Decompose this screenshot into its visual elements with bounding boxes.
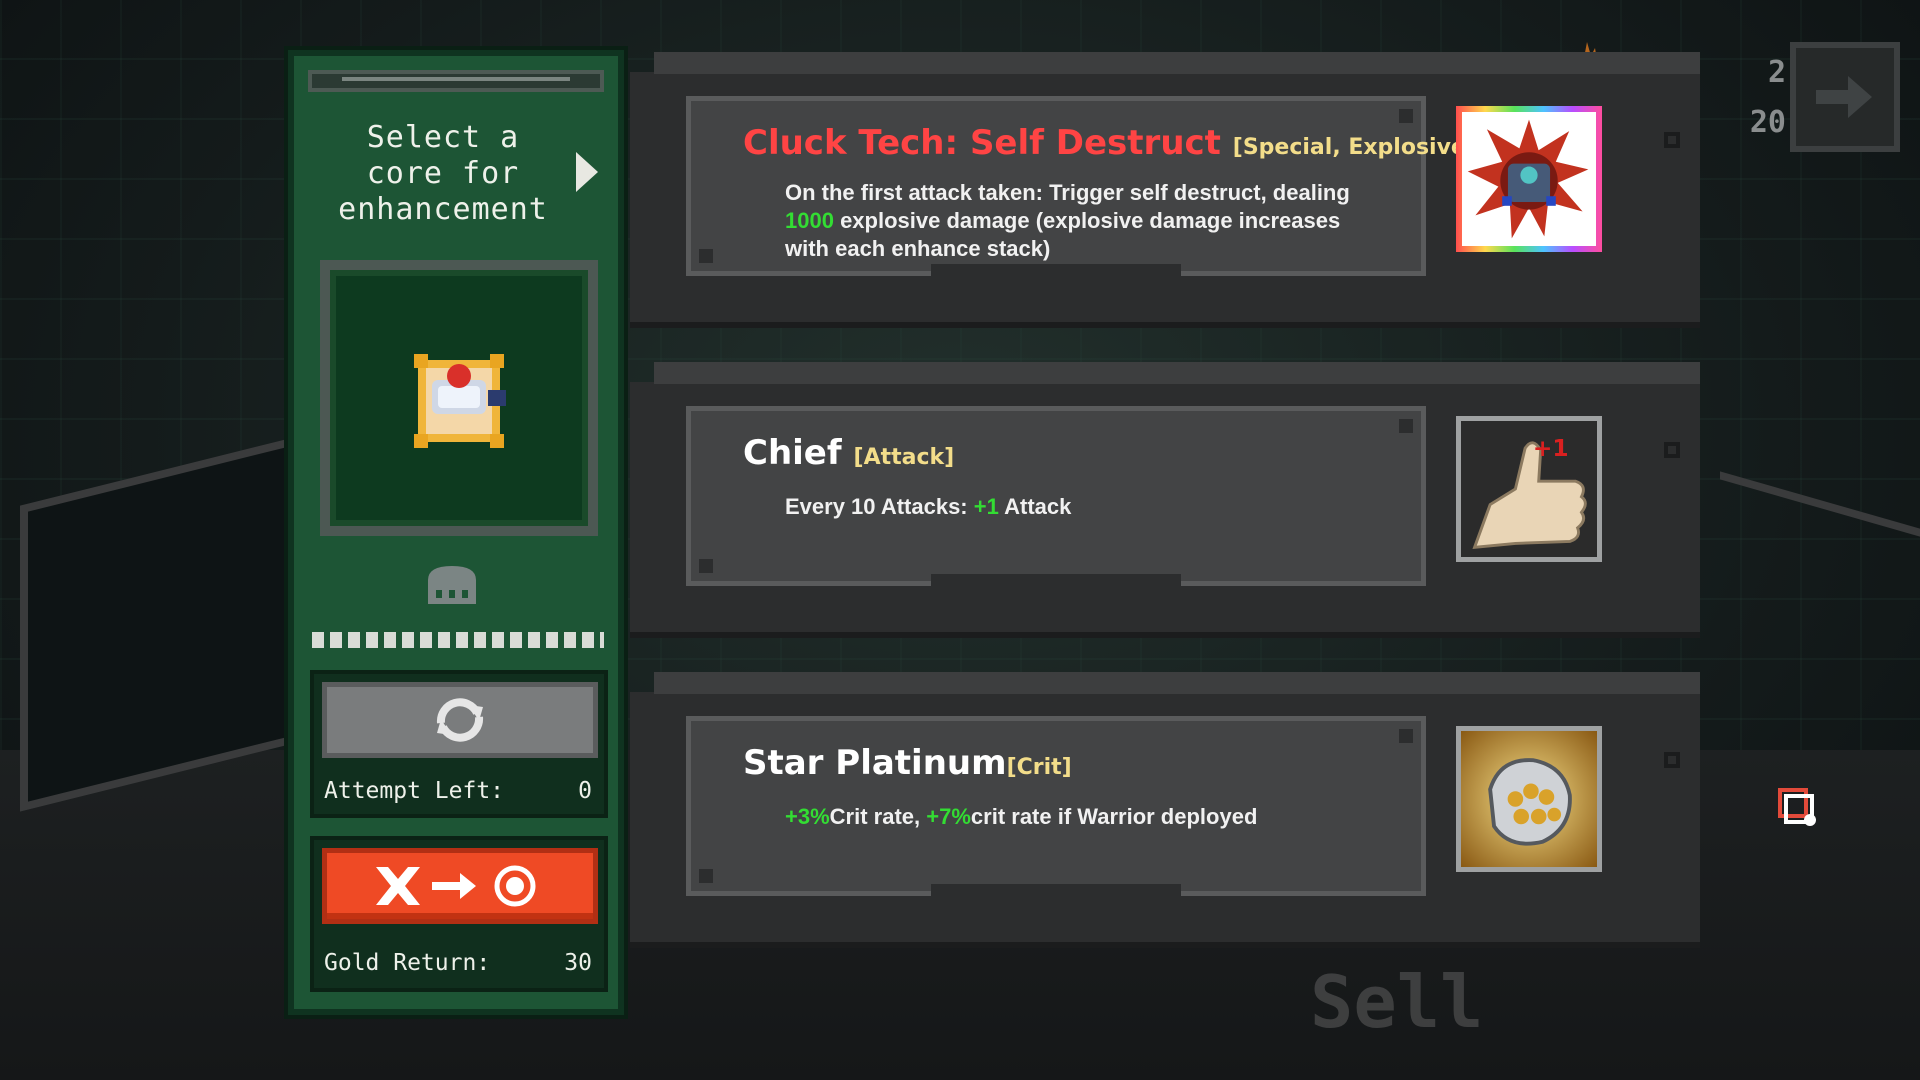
description-text: explosive damage (explosive damage incre… bbox=[785, 208, 1341, 261]
option-description: +3%Crit rate, +7%crit rate if Warrior de… bbox=[785, 803, 1385, 831]
corner-dot bbox=[1399, 109, 1413, 123]
core-slot[interactable] bbox=[320, 260, 598, 536]
option-title: Chief [Attack] bbox=[743, 433, 954, 473]
option-tags: [Special, Explosive] bbox=[1232, 135, 1476, 160]
thumbs-up-icon: +1 bbox=[1461, 421, 1597, 557]
highlight-value: +3% bbox=[785, 804, 830, 829]
sell-for-gold-icon bbox=[376, 865, 536, 907]
gold-return-value: 30 bbox=[564, 950, 592, 976]
gold-return-label: Gold Return: bbox=[324, 950, 491, 976]
panel-divider bbox=[312, 632, 604, 648]
option-art bbox=[1456, 106, 1602, 252]
option-title: Cluck Tech: Self Destruct [Special, Expl… bbox=[743, 123, 1476, 163]
option-name: Chief bbox=[743, 433, 842, 473]
option-select-button[interactable]: Cluck Tech: Self Destruct [Special, Expl… bbox=[686, 96, 1476, 276]
notch bbox=[1664, 132, 1680, 148]
description-text: Attack bbox=[998, 494, 1072, 519]
reroll-button[interactable] bbox=[322, 682, 598, 758]
option-tags: [Crit] bbox=[1006, 755, 1072, 780]
enhance-panel: Select a core for enhancement Attempt Le… bbox=[288, 50, 624, 1015]
option-card: Cluck Tech: Self Destruct [Special, Expl… bbox=[630, 50, 1700, 328]
reroll-icon bbox=[436, 698, 484, 742]
corner-dot bbox=[699, 869, 713, 883]
counter-top: 2 bbox=[1767, 55, 1786, 90]
notch bbox=[1664, 442, 1680, 458]
counter-bottom: 20 bbox=[1749, 105, 1786, 140]
option-art: +1 bbox=[1456, 416, 1602, 562]
arrow-right-icon bbox=[1816, 76, 1872, 118]
panel-title: Select a core for enhancement bbox=[318, 120, 568, 228]
option-name: Star Platinum bbox=[743, 743, 1007, 783]
sell-section: Gold Return: 30 bbox=[310, 836, 608, 992]
platinum-fist-icon bbox=[1461, 731, 1597, 867]
sell-core-button[interactable] bbox=[322, 848, 598, 924]
attempt-value: 0 bbox=[578, 778, 592, 804]
option-card: Chief [Attack] Every 10 Attacks: +1 Atta… bbox=[630, 360, 1700, 638]
option-description: On the first attack taken: Trigger self … bbox=[785, 179, 1385, 263]
option-select-button[interactable]: Star Platinum[Crit] +3%Crit rate, +7%cri… bbox=[686, 716, 1426, 896]
option-title: Star Platinum[Crit] bbox=[743, 743, 1072, 783]
title-line: Select a bbox=[366, 120, 520, 155]
corner-dot bbox=[1399, 419, 1413, 433]
next-button[interactable] bbox=[1790, 42, 1900, 152]
option-select-button[interactable]: Chief [Attack] Every 10 Attacks: +1 Atta… bbox=[686, 406, 1426, 586]
option-name: Cluck Tech: Self Destruct bbox=[743, 123, 1221, 163]
title-line: core for bbox=[366, 156, 520, 191]
cube-cursor-icon bbox=[1778, 788, 1816, 826]
corner-dot bbox=[699, 249, 713, 263]
expand-arrow-icon[interactable] bbox=[576, 152, 598, 192]
plus-one-badge: +1 bbox=[1533, 435, 1569, 462]
locked-slot-icon bbox=[428, 566, 476, 604]
option-card: Star Platinum[Crit] +3%Crit rate, +7%cri… bbox=[630, 670, 1700, 948]
chicken-core-icon bbox=[414, 354, 506, 448]
description-text: Every 10 Attacks: bbox=[785, 494, 974, 519]
highlight-value: 1000 bbox=[785, 208, 834, 233]
description-text: crit rate if Warrior deployed bbox=[970, 804, 1258, 829]
option-art bbox=[1456, 726, 1602, 872]
reroll-section: Attempt Left: 0 bbox=[310, 670, 608, 818]
explosion-core-icon bbox=[1462, 112, 1596, 246]
sell-watermark: Sell bbox=[1310, 960, 1484, 1044]
title-line: enhancement bbox=[338, 192, 548, 227]
panel-cap bbox=[308, 70, 604, 92]
description-text: Crit rate, bbox=[829, 804, 927, 829]
highlight-value: +7% bbox=[926, 804, 971, 829]
option-description: Every 10 Attacks: +1 Attack bbox=[785, 493, 1385, 521]
description-text: On the first attack taken: Trigger self … bbox=[785, 180, 1350, 205]
attempt-label: Attempt Left: bbox=[324, 778, 505, 804]
notch bbox=[1664, 752, 1680, 768]
turn-counter: 2 20 bbox=[1740, 48, 1786, 148]
highlight-value: +1 bbox=[973, 494, 999, 519]
corner-dot bbox=[699, 559, 713, 573]
corner-dot bbox=[1399, 729, 1413, 743]
option-tags: [Attack] bbox=[853, 445, 955, 470]
